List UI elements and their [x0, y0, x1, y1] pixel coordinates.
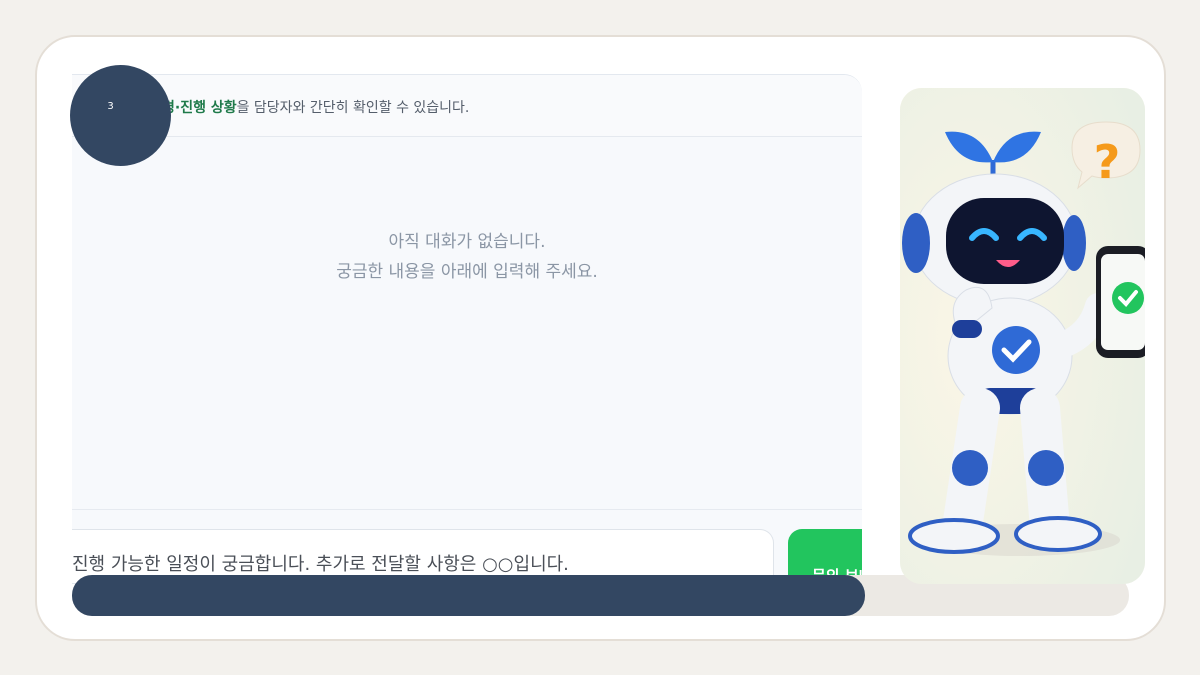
robot-mascot-icon: ? [900, 88, 1145, 584]
chat-header: 경·진행 상황을 담당자와 간단히 확인할 수 있습니다. [72, 75, 862, 137]
empty-state-line2: 궁금한 내용을 아래에 입력해 주세요. [336, 262, 598, 282]
step-number: 3 [107, 101, 114, 112]
header-suffix: 을 담당자와 간단히 확인할 수 있습니다. [236, 100, 470, 116]
chat-panel: 경·진행 상황을 담당자와 간단히 확인할 수 있습니다. 아직 대화가 없습니… [72, 74, 862, 584]
message-input[interactable]: 진행 가능한 일정이 궁금합니다. 추가로 전달할 사항은 ○○입니다. [72, 550, 762, 576]
chat-header-text: 경·진행 상황을 담당자와 간단히 확인할 수 있습니다. [162, 97, 469, 117]
header-highlight: 경·진행 상황 [162, 100, 237, 116]
svg-text:?: ? [1094, 135, 1121, 189]
progress-fill [72, 575, 865, 616]
robot-illustration: ? [900, 88, 1145, 584]
empty-state: 아직 대화가 없습니다. 궁금한 내용을 아래에 입력해 주세요. [72, 227, 862, 287]
step-number-badge: 3 [70, 65, 171, 166]
composer-divider [72, 509, 862, 510]
empty-state-line1: 아직 대화가 없습니다. [388, 232, 546, 252]
